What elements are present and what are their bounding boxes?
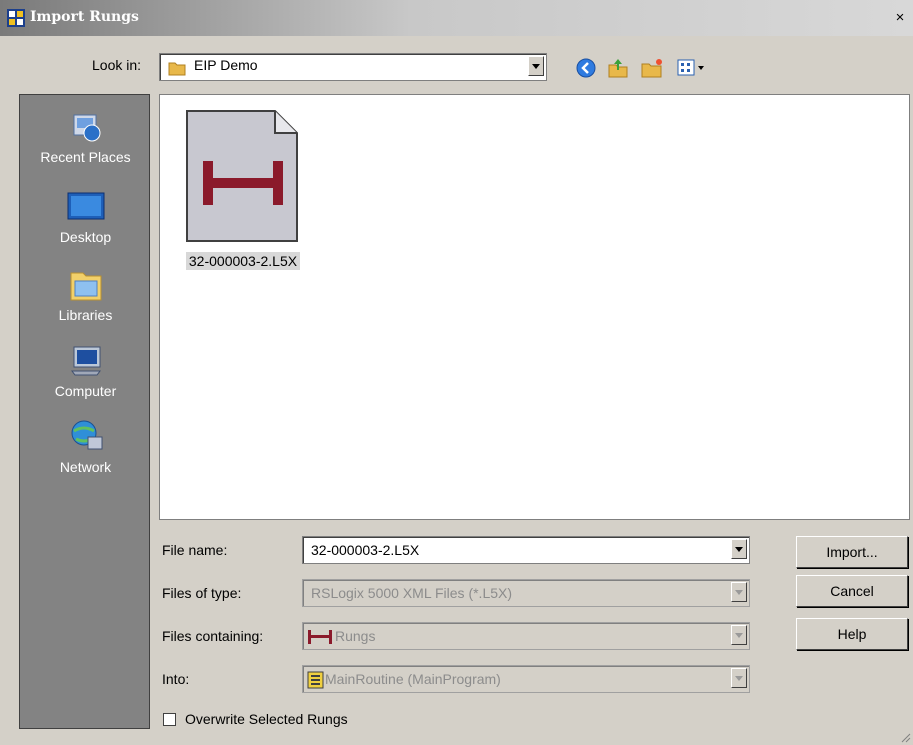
close-icon: ×	[895, 9, 905, 26]
desktop-icon	[67, 192, 104, 220]
chevron-down-icon[interactable]	[731, 539, 747, 559]
chevron-down-icon	[731, 668, 747, 688]
place-label: Libraries	[58, 307, 113, 323]
title-bar[interactable]: Import Rungs ×	[0, 0, 913, 36]
up-folder-icon[interactable]	[606, 56, 630, 80]
place-label: Recent Places	[40, 149, 131, 165]
cancel-button[interactable]: Cancel	[796, 575, 908, 607]
into-label: Into:	[162, 671, 190, 687]
places-bar: Recent Places Desktop Libraries Computer	[19, 94, 150, 729]
chevron-down-icon	[731, 582, 747, 602]
place-label: Desktop	[59, 229, 112, 245]
close-button[interactable]: ×	[891, 9, 909, 27]
back-icon[interactable]	[574, 56, 598, 80]
files-of-type-dropdown: RSLogix 5000 XML Files (*.L5X)	[302, 579, 750, 607]
view-menu-icon[interactable]	[676, 56, 708, 80]
import-rungs-dialog: Import Rungs × Look in: EIP Demo Recent …	[0, 0, 913, 745]
recent-places-icon	[73, 114, 100, 142]
place-label: Network	[59, 459, 112, 475]
into-dropdown: MainRoutine (MainProgram)	[302, 665, 750, 693]
place-computer[interactable]: Computer	[20, 343, 151, 399]
files-of-type-value: RSLogix 5000 XML Files (*.L5X)	[311, 585, 513, 601]
computer-icon	[70, 346, 101, 376]
chevron-down-icon[interactable]	[528, 56, 544, 76]
place-recent-places[interactable]: Recent Places	[20, 109, 151, 165]
file-name-field[interactable]: 32-000003-2.L5X	[302, 536, 750, 564]
resize-grip-icon[interactable]	[899, 731, 911, 743]
import-button[interactable]: Import...	[796, 536, 908, 568]
files-of-type-label: Files of type:	[162, 585, 242, 601]
file-name-label: File name:	[162, 542, 228, 558]
look-in-value: EIP Demo	[194, 57, 258, 73]
file-list[interactable]: 32-000003-2.L5X	[159, 94, 910, 520]
app-icon	[7, 9, 25, 27]
overwrite-label[interactable]: Overwrite Selected Rungs	[185, 711, 348, 727]
overwrite-checkbox[interactable]	[163, 713, 176, 726]
place-desktop[interactable]: Desktop	[20, 189, 151, 245]
libraries-icon	[70, 272, 101, 301]
l5x-file-icon	[186, 110, 298, 242]
window-title: Import Rungs	[30, 9, 139, 25]
file-item[interactable]: 32-000003-2.L5X	[180, 109, 306, 270]
place-network[interactable]: Network	[20, 417, 151, 475]
place-label: Computer	[54, 383, 117, 399]
files-containing-value: Rungs	[335, 628, 376, 644]
file-name-label: 32-000003-2.L5X	[185, 252, 301, 270]
help-button[interactable]: Help	[796, 618, 908, 650]
rung-icon	[308, 630, 332, 644]
chevron-down-icon	[731, 625, 747, 645]
network-icon	[71, 420, 102, 450]
file-name-value: 32-000003-2.L5X	[311, 542, 420, 558]
look-in-dropdown[interactable]: EIP Demo	[159, 53, 547, 81]
into-value: MainRoutine (MainProgram)	[325, 671, 501, 687]
new-folder-icon[interactable]	[640, 56, 664, 80]
folder-icon	[168, 62, 186, 76]
place-libraries[interactable]: Libraries	[20, 265, 151, 323]
files-containing-dropdown: Rungs	[302, 622, 750, 650]
look-in-label: Look in:	[92, 57, 142, 73]
routine-icon	[307, 671, 324, 689]
files-containing-label: Files containing:	[162, 628, 264, 644]
